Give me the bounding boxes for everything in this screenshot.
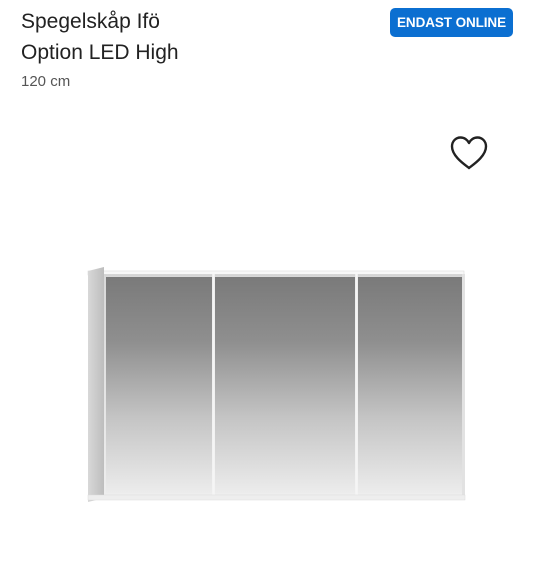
heart-outline-icon [450, 136, 488, 170]
product-image[interactable] [0, 240, 534, 520]
favorite-button[interactable] [448, 133, 490, 173]
product-title: Spegelskåp Ifö Option LED High [21, 6, 351, 68]
mirror-cabinet-image [87, 267, 466, 502]
product-title-line2: Option LED High [21, 41, 179, 64]
product-card[interactable]: Spegelskåp Ifö Option LED High 120 cm EN… [0, 0, 534, 575]
product-size: 120 cm [21, 73, 71, 90]
online-only-badge: ENDAST ONLINE [390, 8, 513, 37]
product-title-line1: Spegelskåp Ifö [21, 10, 160, 33]
